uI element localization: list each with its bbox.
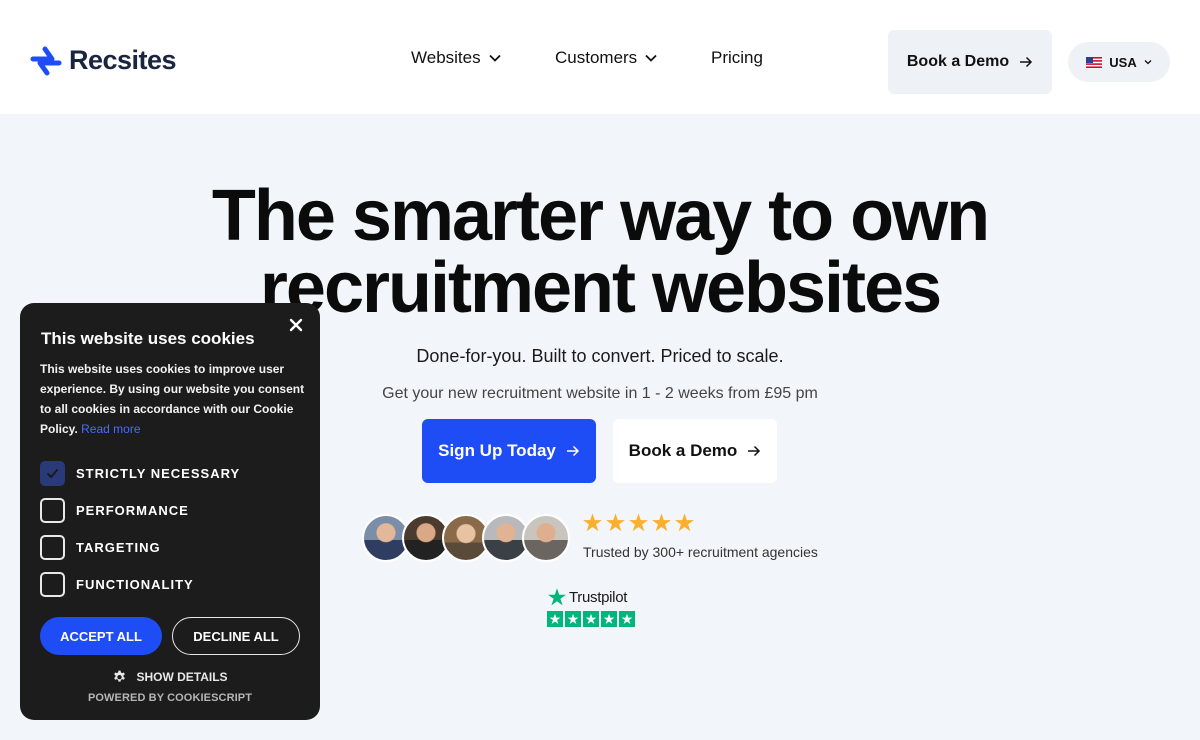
cookie-consent-panel: This website uses cookies This website u…	[20, 303, 320, 720]
star-icon	[652, 513, 671, 532]
nav-pricing-label: Pricing	[711, 48, 763, 67]
option-label: STRICTLY NECESSARY	[76, 466, 241, 481]
trustpilot-name: Trustpilot	[569, 588, 628, 606]
checkbox[interactable]	[40, 535, 65, 560]
close-icon[interactable]	[289, 318, 303, 332]
chevron-down-icon	[1144, 60, 1152, 65]
locale-label: USA	[1109, 54, 1137, 70]
option-label: FUNCTIONALITY	[76, 577, 194, 592]
star-icon	[585, 613, 597, 624]
arrow-right-icon	[566, 445, 579, 457]
trustpilot-star-icon	[548, 588, 566, 606]
trustpilot-star-box	[619, 611, 635, 627]
checkbox[interactable]	[40, 461, 65, 486]
trusted-by-text: Trusted by 300+ recruitment agencies	[583, 544, 818, 560]
nav-pricing[interactable]: Pricing	[711, 48, 763, 68]
customer-avatars	[362, 514, 572, 562]
trustpilot-header: Trustpilot	[547, 585, 637, 609]
hero-book-demo-label: Book a Demo	[628, 441, 738, 460]
sign-up-button[interactable]: Sign Up Today	[422, 419, 596, 483]
trustpilot-badge[interactable]: Trustpilot	[547, 585, 637, 627]
accept-all-button[interactable]: ACCEPT ALL	[40, 617, 162, 655]
header-book-demo-label: Book a Demo	[906, 53, 1010, 70]
trustpilot-stars	[547, 611, 637, 627]
star-icon	[567, 613, 579, 624]
hero-title-line1: The smarter way to own	[211, 176, 990, 256]
cookie-option-functionality[interactable]: FUNCTIONALITY	[40, 572, 194, 597]
trustpilot-star-box	[547, 611, 563, 627]
avatar	[522, 514, 570, 562]
locale-selector[interactable]: USA	[1068, 42, 1170, 82]
star-icon	[583, 513, 602, 532]
nav-websites-label: Websites	[411, 48, 481, 67]
cookie-description: This website uses cookies to improve use…	[40, 359, 306, 439]
option-label: TARGETING	[76, 540, 161, 555]
header-book-demo-button[interactable]: Book a Demo	[888, 30, 1052, 94]
trustpilot-star-box	[601, 611, 617, 627]
arrow-right-icon	[748, 445, 761, 457]
cookie-option-strictly-necessary[interactable]: STRICTLY NECESSARY	[40, 461, 240, 486]
cookie-option-performance[interactable]: PERFORMANCE	[40, 498, 189, 523]
site-header: Recsites Websites Customers Pricing Book…	[0, 0, 1200, 114]
read-more-link[interactable]: Read more	[81, 422, 140, 436]
checkbox[interactable]	[40, 498, 65, 523]
cookie-title: This website uses cookies	[41, 329, 255, 348]
trustpilot-star-box	[565, 611, 581, 627]
cookie-body-text: This website uses cookies to improve use…	[40, 362, 305, 436]
hero-book-demo-button[interactable]: Book a Demo	[613, 419, 777, 483]
star-icon	[606, 513, 625, 532]
show-details-label: SHOW DETAILS	[136, 669, 228, 684]
powered-by[interactable]: POWERED BY COOKIESCRIPT	[20, 692, 320, 704]
us-flag-icon	[1086, 56, 1103, 68]
nav-customers[interactable]: Customers	[555, 48, 657, 68]
star-icon	[603, 613, 615, 624]
decline-all-button[interactable]: DECLINE ALL	[172, 617, 300, 655]
rating-stars	[582, 512, 695, 533]
cookie-option-targeting[interactable]: TARGETING	[40, 535, 161, 560]
star-icon	[621, 613, 633, 624]
sign-up-label: Sign Up Today	[438, 441, 556, 460]
checkmark-icon	[46, 468, 59, 479]
star-icon	[629, 513, 648, 532]
nav-customers-label: Customers	[555, 48, 638, 67]
star-icon	[675, 513, 694, 532]
star-icon	[549, 613, 561, 624]
option-label: PERFORMANCE	[76, 503, 189, 518]
checkbox[interactable]	[40, 572, 65, 597]
show-details-button[interactable]: SHOW DETAILS	[20, 669, 320, 684]
gear-icon	[114, 670, 126, 682]
chevron-down-icon	[488, 54, 501, 62]
nav-websites[interactable]: Websites	[411, 48, 501, 68]
trustpilot-star-box	[583, 611, 599, 627]
arrow-right-icon	[1020, 56, 1033, 68]
chevron-down-icon	[645, 54, 657, 62]
